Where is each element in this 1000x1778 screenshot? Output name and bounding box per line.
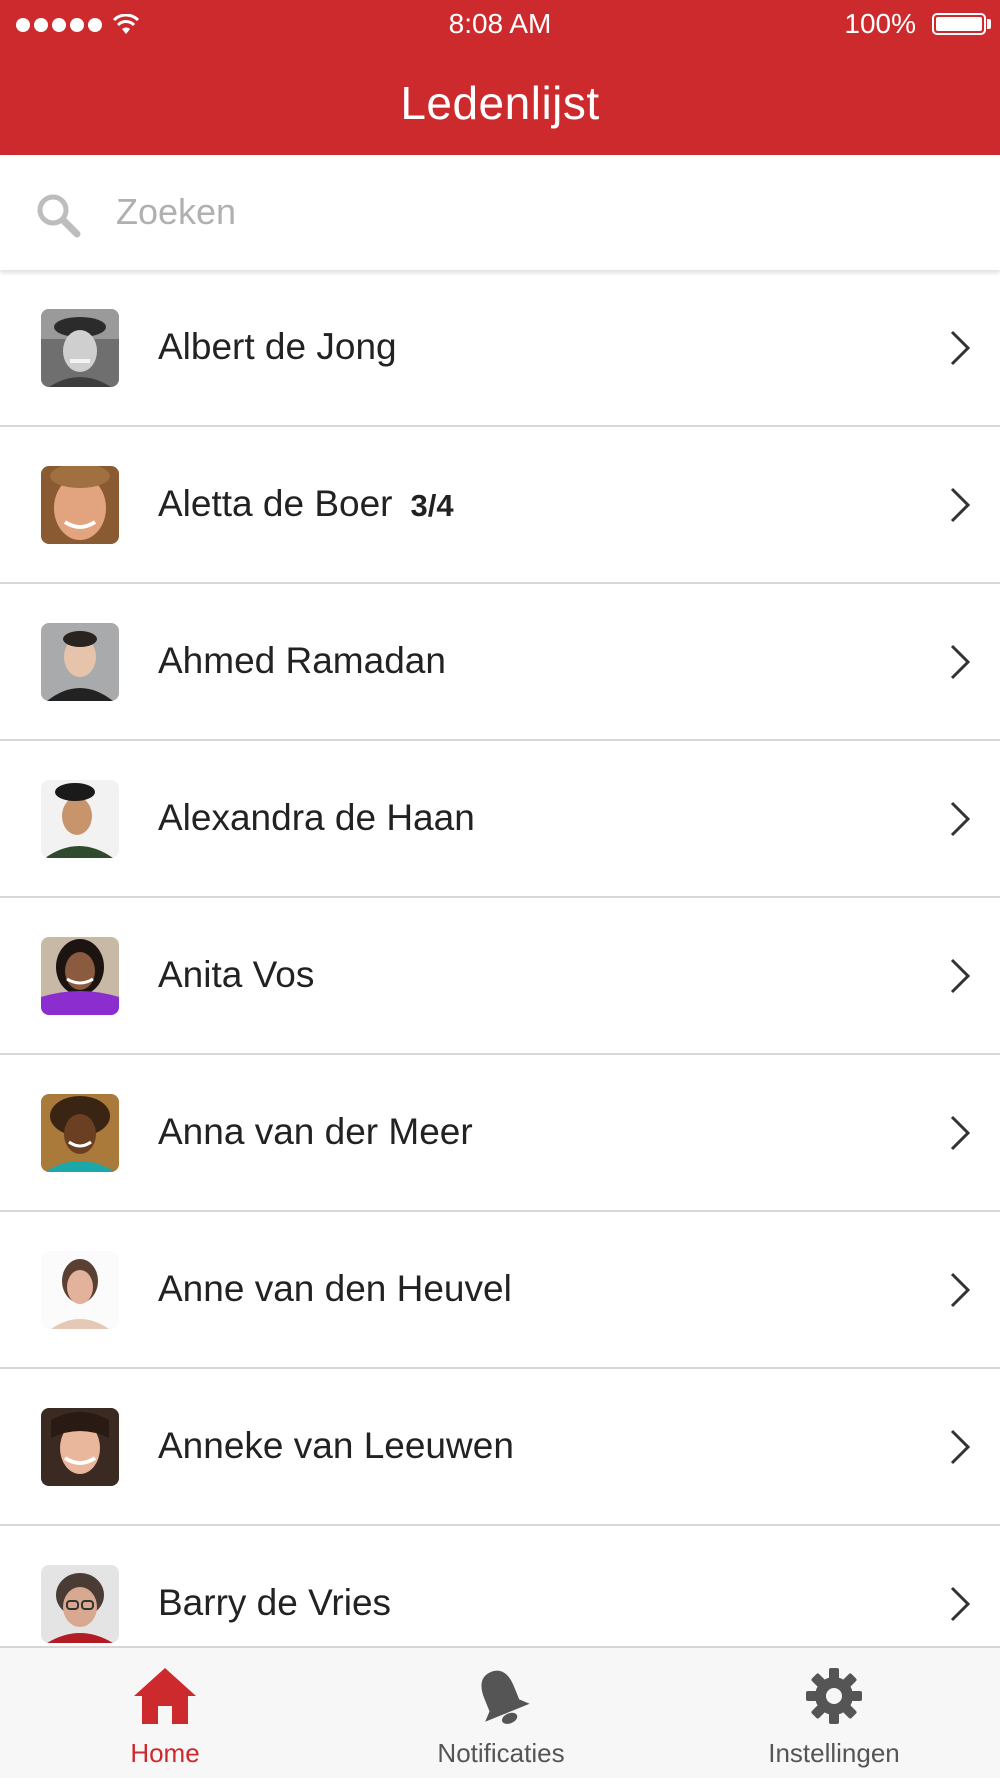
tab-bar: Home Notificaties Instellingen	[0, 1646, 1000, 1778]
chevron-right-icon	[950, 644, 971, 680]
tab-label: Instellingen	[768, 1738, 900, 1768]
member-row[interactable]: Albert de Jong	[0, 270, 1000, 427]
avatar	[41, 1565, 119, 1643]
member-row[interactable]: Barry de Vries	[0, 1526, 1000, 1646]
member-name: Albert de Jong	[158, 326, 397, 367]
member-row[interactable]: Anita Vos	[0, 898, 1000, 1055]
chevron-right-icon	[950, 1272, 971, 1308]
chevron-right-icon	[950, 801, 971, 837]
member-row[interactable]: Anna van der Meer	[0, 1055, 1000, 1212]
member-name: Alexandra de Haan	[158, 797, 475, 838]
bell-icon	[481, 1670, 530, 1724]
member-row[interactable]: Aletta de Boer 3/4	[0, 427, 1000, 584]
member-list: Albert de Jong Aletta de Boer 3/4 Ahmed R…	[0, 270, 1000, 1646]
member-name: Barry de Vries	[158, 1582, 392, 1623]
chevron-right-icon	[950, 1115, 971, 1151]
status-bar: 8:08 AM 100%	[0, 0, 1000, 50]
member-row[interactable]: Anne van den Heuvel	[0, 1212, 1000, 1369]
member-name: Anneke van Leeuwen	[158, 1425, 514, 1466]
member-name: Anna van der Meer	[158, 1111, 473, 1152]
search-bar	[0, 155, 1000, 270]
avatar	[41, 1251, 119, 1329]
battery-percentage: 100%	[844, 8, 916, 39]
gear-icon	[806, 1668, 862, 1724]
chevron-right-icon	[950, 487, 971, 523]
member-name: Anita Vos	[158, 954, 315, 995]
member-row[interactable]: Ahmed Ramadan	[0, 584, 1000, 741]
tab-label: Home	[130, 1738, 200, 1768]
search-input[interactable]	[116, 187, 916, 237]
member-name: Ahmed Ramadan	[158, 640, 446, 681]
tab-home[interactable]: Home	[45, 1648, 285, 1778]
member-row[interactable]: Alexandra de Haan	[0, 741, 1000, 898]
avatar	[41, 309, 119, 387]
avatar	[41, 937, 119, 1015]
status-badge: 3/4	[410, 488, 454, 523]
avatar	[41, 466, 119, 544]
navigation-bar: Ledenlijst	[0, 50, 1000, 155]
avatar	[41, 623, 119, 701]
chevron-right-icon	[950, 958, 971, 994]
avatar	[41, 780, 119, 858]
chevron-right-icon	[950, 1429, 971, 1465]
member-row[interactable]: Anneke van Leeuwen	[0, 1369, 1000, 1526]
page-title: Ledenlijst	[400, 77, 600, 129]
search-icon	[37, 194, 81, 238]
member-name: Anne van den Heuvel	[158, 1268, 512, 1309]
battery-icon	[932, 13, 986, 35]
chevron-right-icon	[950, 1586, 971, 1622]
tab-notificaties[interactable]: Notificaties	[381, 1648, 621, 1778]
avatar	[41, 1094, 119, 1172]
tab-label: Notificaties	[437, 1738, 565, 1768]
home-icon	[134, 1668, 196, 1724]
member-name: Aletta de Boer 3/4	[158, 483, 454, 524]
avatar	[41, 1408, 119, 1486]
tab-instellingen[interactable]: Instellingen	[714, 1648, 954, 1778]
chevron-right-icon	[950, 330, 971, 366]
